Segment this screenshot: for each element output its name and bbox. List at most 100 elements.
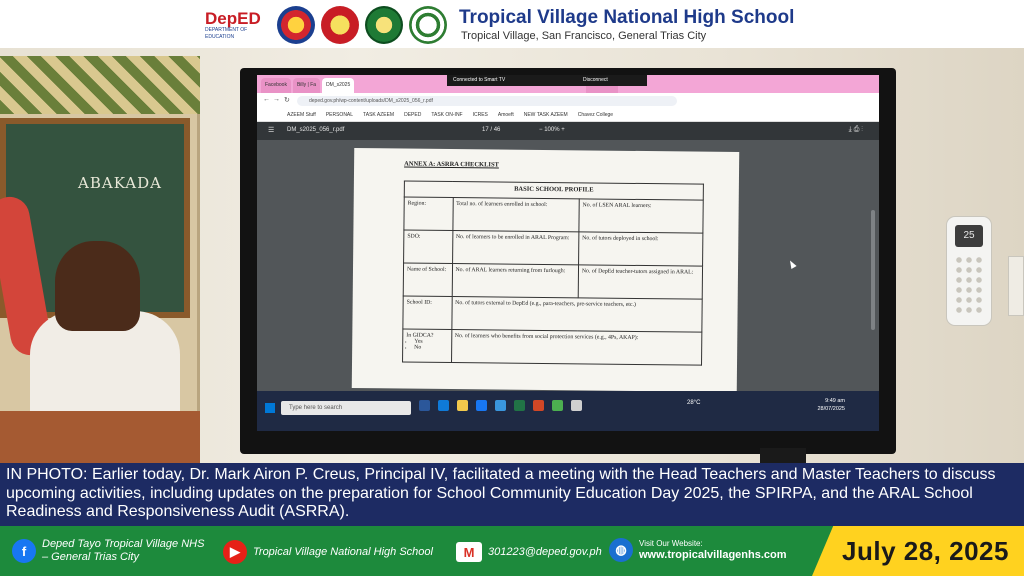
website-text: Visit Our Website: www.tropicalvillagenh…	[639, 539, 787, 562]
mural-pattern	[0, 56, 200, 114]
youtube-icon: ▶	[223, 540, 247, 564]
forward-icon[interactable]: →	[273, 96, 280, 103]
powerpoint-icon[interactable]	[533, 400, 544, 411]
division-seal	[321, 6, 359, 44]
bookmark[interactable]: NEW TASK AZEEM	[524, 112, 568, 118]
download-icon[interactable]: ⤓	[849, 126, 852, 133]
browser-tab[interactable]: Facebook	[261, 78, 291, 93]
email-link[interactable]: M 301223@deped.gov.ph	[456, 542, 602, 562]
logo-row: DepED DEPARTMENT OF EDUCATION	[205, 5, 447, 45]
app-icon[interactable]	[495, 400, 506, 411]
table-row: School ID: No. of tutors external to Dep…	[402, 296, 703, 333]
city-seal	[365, 6, 403, 44]
browser-tab[interactable]: Billy | Fa	[292, 78, 321, 93]
table-row: Region: Total no. of learners enrolled i…	[403, 197, 704, 234]
settings-icon[interactable]	[571, 400, 582, 411]
table-row: Name of School: No. of ARAL learners ret…	[403, 263, 703, 300]
email-address: 301223@deped.gov.ph	[488, 546, 602, 558]
wall-switch	[1008, 256, 1024, 316]
mural-floor	[0, 411, 200, 463]
table-cell: No. of learners to be enrolled in ARAL P…	[452, 230, 579, 265]
chalkboard-text: ABAKADA	[78, 174, 162, 192]
print-icon[interactable]: ⎙	[854, 126, 860, 133]
back-icon[interactable]: ←	[263, 96, 270, 103]
taskbar-search[interactable]: Type here to search	[281, 401, 411, 415]
clock-time: 9:49 am	[825, 398, 845, 404]
photo-caption: IN PHOTO: Earlier today, Dr. Mark Airon …	[6, 466, 996, 520]
pdf-page-number[interactable]: 17	[482, 127, 489, 133]
start-icon[interactable]	[265, 403, 275, 413]
browser-tab-active[interactable]: DM_s2025	[322, 78, 355, 93]
bookmark[interactable]: DEPED	[404, 112, 421, 118]
classroom-mural: ABAKADA	[0, 56, 200, 463]
pdf-actions: ⤓ ⎙ ⋮	[849, 126, 863, 134]
zoom-in-icon[interactable]: +	[561, 127, 565, 133]
table-cell: No. of tutors deployed in school:	[578, 231, 703, 267]
pdf-zoom-level[interactable]: 100%	[544, 127, 559, 133]
facebook-icon[interactable]	[476, 400, 487, 411]
aircon-display: 25	[955, 225, 983, 247]
facebook-link[interactable]: f Deped Tayo Tropical Village NHS – Gene…	[12, 538, 204, 564]
deped-logo: DepED DEPARTMENT OF EDUCATION	[205, 7, 271, 43]
table-cell: Name of School:	[403, 263, 453, 297]
pdf-scrollbar[interactable]	[871, 210, 875, 330]
word-icon[interactable]	[419, 400, 430, 411]
address-bar: ← → ↻ deped.gov.ph/wp-content/uploads/DM…	[257, 93, 879, 109]
bookmarks-bar: AZEEM Stuff PERSONAL TASK AZEEM DEPED TA…	[257, 109, 879, 122]
bookmark[interactable]: PERSONAL	[326, 112, 353, 118]
globe-icon: ◍	[609, 538, 633, 562]
television: Facebook Billy | Fa DM_s2025 ENROLLM Con…	[240, 68, 896, 463]
youtube-channel: Tropical Village National High School	[253, 546, 433, 558]
table-cell: Total no. of learners enrolled in school…	[452, 197, 580, 232]
pdf-page-total: / 46	[490, 127, 501, 133]
school-profile-table: BASIC SCHOOL PROFILE Region: Total no. o…	[402, 181, 704, 366]
cast-notification-text: Connected to Smart TV	[453, 77, 506, 83]
bookmark[interactable]: ICRES	[473, 112, 488, 118]
bookmark[interactable]: Amoeft	[498, 112, 514, 118]
bookmark[interactable]: AZEEM Stuff	[287, 112, 316, 118]
taskbar-clock[interactable]: 9:49 am 28/07/2025	[817, 397, 845, 413]
table-cell: No. of ARAL learners returning from furl…	[451, 263, 579, 298]
disconnect-button[interactable]: Disconnect	[583, 75, 608, 86]
table-cell: No. of LSEN ARAL learners:	[578, 198, 704, 234]
excel-icon[interactable]	[514, 400, 525, 411]
annex-title: ANNEX A: ASRRA CHECKLIST	[404, 160, 499, 169]
website-link[interactable]: ◍ Visit Our Website: www.tropicalvillage…	[609, 538, 787, 562]
facebook-icon: f	[12, 539, 36, 563]
cast-notification: Connected to Smart TV Disconnect	[447, 75, 647, 86]
facebook-text: Deped Tayo Tropical Village NHS – Genera…	[42, 538, 204, 564]
table-cell: No. of DepEd teacher-tutors assigned in …	[578, 264, 703, 300]
youtube-link[interactable]: ▶ Tropical Village National High School	[223, 540, 433, 564]
clock-date: 28/07/2025	[817, 406, 845, 412]
table-cell: SDO:	[403, 230, 453, 264]
mural-child-head	[55, 241, 140, 331]
bookmark[interactable]: TASK ON-INF	[431, 112, 462, 118]
tv-screen: Facebook Billy | Fa DM_s2025 ENROLLM Con…	[257, 75, 879, 431]
folder-icon[interactable]	[457, 400, 468, 411]
menu-icon[interactable]: ☰	[268, 126, 274, 134]
footer-bar: f Deped Tayo Tropical Village NHS – Gene…	[0, 526, 1024, 576]
windows-taskbar: Type here to search 28°C 9:49 am 28/07/2…	[257, 391, 879, 431]
meeting-photo: ABAKADA 25 Facebook Billy | Fa DM_s2025 …	[0, 48, 1024, 463]
tv-stand	[760, 448, 806, 463]
facebook-page-name: Deped Tayo Tropical Village NHS	[42, 538, 205, 550]
table-cell: No. of tutors external to DepEd (e.g., p…	[451, 296, 703, 333]
more-icon[interactable]: ⋮	[861, 126, 863, 133]
bookmark[interactable]: TASK AZEEM	[363, 112, 394, 118]
bookmark[interactable]: Chavez College	[578, 112, 613, 118]
pdf-page-indicator: 17 / 46	[482, 127, 500, 133]
caption-band: IN PHOTO: Earlier today, Dr. Mark Airon …	[0, 463, 1024, 526]
reload-icon[interactable]: ↻	[284, 96, 290, 104]
zoom-out-icon[interactable]: −	[539, 127, 543, 133]
url-input[interactable]: deped.gov.ph/wp-content/uploads/DM_s2025…	[297, 96, 677, 106]
date-badge: July 28, 2025	[812, 526, 1024, 576]
bagong-pilipinas-seal	[277, 6, 315, 44]
chrome-icon[interactable]	[552, 400, 563, 411]
header-banner: DepED DEPARTMENT OF EDUCATION Tropical V…	[0, 0, 1024, 48]
edge-icon[interactable]	[438, 400, 449, 411]
gmail-icon: M	[456, 542, 482, 562]
table-cell: School ID:	[402, 296, 452, 330]
table-cell: In GIDCA? Yes No	[402, 329, 452, 363]
facebook-page-location: – General Trias City	[42, 551, 139, 563]
weather-temp[interactable]: 28°C	[687, 400, 700, 406]
